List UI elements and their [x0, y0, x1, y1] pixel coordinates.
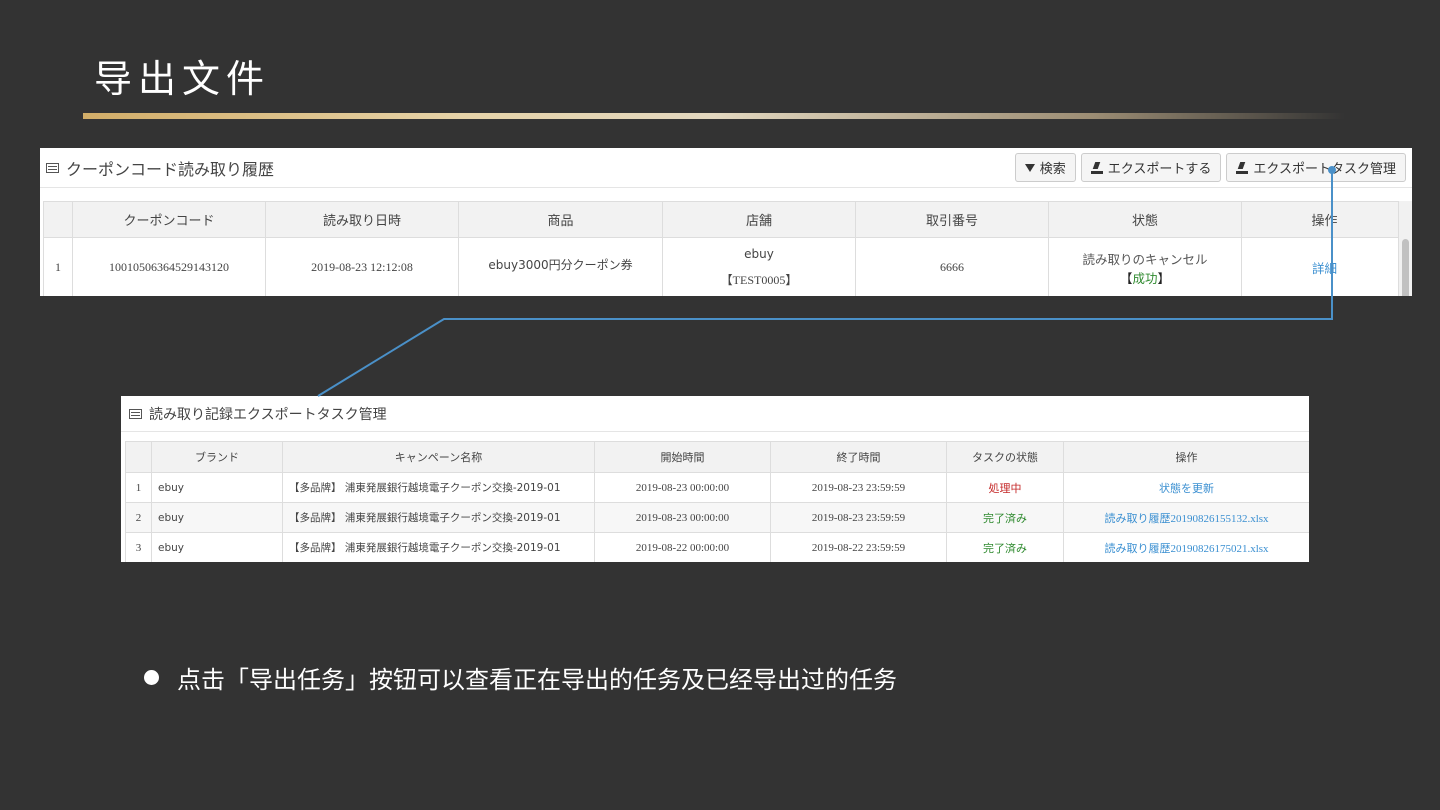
- column-header: 商品: [458, 201, 663, 238]
- table-row: 1 10010506364529143120 2019-08-23 12:12:…: [43, 237, 1408, 296]
- export-task-table: ブランド キャンペーン名称 開始時間 終了時間 タスクの状態 操作 1 ebuy…: [125, 441, 1309, 562]
- start-time: 2019-08-23 00:00:00: [594, 472, 771, 503]
- export-icon: [1236, 162, 1249, 174]
- bracket-open: 【: [1119, 270, 1133, 286]
- end-time: 2019-08-23 23:59:59: [770, 502, 947, 533]
- column-header: 店舗: [662, 201, 856, 238]
- coupon-code: 10010506364529143120: [72, 237, 266, 296]
- product: ebuy3000円分クーポン券: [458, 237, 663, 296]
- bracket-close: 】: [1157, 270, 1171, 286]
- table-row: 1 ebuy 【多品牌】 浦東発展銀行越境電子クーポン交換-2019-01 20…: [125, 472, 1309, 503]
- panel-header: クーポンコード読み取り履歴 検索 エクスポートする エクスポートタスク管理: [40, 148, 1412, 188]
- store-cell: ebuy 【TEST0005】: [662, 237, 856, 296]
- store-code: 【TEST0005】: [720, 273, 798, 287]
- export-task-panel: 読み取り記録エクスポートタスク管理 ブランド キャンペーン名称 開始時間 終了時…: [121, 396, 1309, 562]
- start-time: 2019-08-22 00:00:00: [594, 532, 771, 562]
- bullet-text-line: 点击「导出任务」按钮可以查看正在导出的任务及已经导出过的任务: [144, 660, 897, 695]
- column-header: タスクの状態: [946, 441, 1064, 473]
- table-row: 2 ebuy 【多品牌】 浦東発展銀行越境電子クーポン交換-2019-01 20…: [125, 502, 1309, 533]
- search-button-label: 検索: [1039, 162, 1066, 177]
- toolbar: 検索 エクスポートする エクスポートタスク管理: [1014, 153, 1406, 182]
- status-cell: 読み取りのキャンセル 【成功】: [1048, 237, 1242, 296]
- filter-icon: [1024, 163, 1035, 172]
- panel-header: 読み取り記録エクスポートタスク管理: [121, 396, 1309, 432]
- search-button[interactable]: 検索: [1014, 153, 1076, 182]
- end-time: 2019-08-23 23:59:59: [770, 472, 947, 503]
- brand: ebuy: [151, 472, 283, 503]
- download-file-link[interactable]: 読み取り履歴20190826155132.xlsx: [1063, 502, 1309, 533]
- panel-title: 読み取り記録エクスポートタスク管理: [149, 406, 387, 423]
- download-file-link[interactable]: 読み取り履歴20190826175021.xlsx: [1063, 532, 1309, 562]
- row-index: 1: [125, 472, 152, 503]
- list-icon: [46, 162, 59, 173]
- export-tasks-button[interactable]: エクスポートタスク管理: [1226, 153, 1406, 182]
- trade-number: 6666: [855, 237, 1049, 296]
- campaign-name: 【多品牌】 浦東発展銀行越境電子クーポン交換-2019-01: [282, 472, 595, 503]
- start-time: 2019-08-23 00:00:00: [594, 502, 771, 533]
- action-cell: 詳細: [1241, 237, 1408, 296]
- column-header: ブランド: [151, 441, 283, 473]
- status-result: 【成功】: [1049, 268, 1241, 287]
- column-header: クーポンコード: [72, 201, 266, 238]
- slide-title: 导出文件: [94, 57, 271, 101]
- campaign-name: 【多品牌】 浦東発展銀行越境電子クーポン交換-2019-01: [282, 532, 595, 562]
- coupon-history-table: クーポンコード 読み取り日時 商品 店舗 取引番号 状態 操作 1 100105…: [43, 201, 1408, 296]
- read-datetime: 2019-08-23 12:12:08: [265, 237, 459, 296]
- end-time: 2019-08-22 23:59:59: [770, 532, 947, 562]
- brand: ebuy: [151, 502, 283, 533]
- row-index: 3: [125, 532, 152, 562]
- scrollbar-thumb[interactable]: [1402, 239, 1409, 296]
- export-button-label: エクスポートする: [1107, 162, 1212, 177]
- export-icon: [1090, 162, 1103, 174]
- bullet-dot-icon: [144, 670, 159, 685]
- column-header: 終了時間: [770, 441, 947, 473]
- task-state: 処理中: [946, 472, 1064, 503]
- brand: ebuy: [151, 532, 283, 562]
- scrollbar[interactable]: [1398, 201, 1412, 296]
- store-name: ebuy: [744, 247, 774, 261]
- task-state: 完了済み: [946, 502, 1064, 533]
- row-index: 1: [43, 237, 73, 296]
- panel-title: クーポンコード読み取り履歴: [66, 159, 275, 179]
- column-header: 操作: [1241, 201, 1408, 238]
- status-success: 成功: [1132, 270, 1158, 286]
- list-icon: [129, 408, 142, 419]
- detail-link[interactable]: 詳細: [1312, 261, 1337, 276]
- campaign-name: 【多品牌】 浦東発展銀行越境電子クーポン交換-2019-01: [282, 502, 595, 533]
- column-header: 状態: [1048, 201, 1242, 238]
- column-header: 取引番号: [855, 201, 1049, 238]
- task-state: 完了済み: [946, 532, 1064, 562]
- status-text: 読み取りのキャンセル: [1082, 251, 1208, 267]
- export-tasks-button-label: エクスポートタスク管理: [1253, 162, 1396, 177]
- gold-divider: [83, 113, 1345, 119]
- table-row: 3 ebuy 【多品牌】 浦東発展銀行越境電子クーポン交換-2019-01 20…: [125, 532, 1309, 562]
- column-header: 開始時間: [594, 441, 771, 473]
- column-header: キャンペーン名称: [282, 441, 595, 473]
- column-header-index: [125, 441, 152, 473]
- column-header: 操作: [1063, 441, 1309, 473]
- bullet-text: 点击「导出任务」按钮可以查看正在导出的任务及已经导出过的任务: [177, 666, 897, 694]
- table-header-row: クーポンコード 読み取り日時 商品 店舗 取引番号 状態 操作: [43, 201, 1408, 238]
- row-index: 2: [125, 502, 152, 533]
- column-header-index: [43, 201, 73, 238]
- column-header: 読み取り日時: [265, 201, 459, 238]
- export-button[interactable]: エクスポートする: [1080, 153, 1222, 182]
- coupon-history-panel: クーポンコード読み取り履歴 検索 エクスポートする エクスポートタスク管理 クー…: [40, 148, 1412, 296]
- refresh-status-link[interactable]: 状態を更新: [1063, 472, 1309, 503]
- table-header-row: ブランド キャンペーン名称 開始時間 終了時間 タスクの状態 操作: [125, 441, 1309, 473]
